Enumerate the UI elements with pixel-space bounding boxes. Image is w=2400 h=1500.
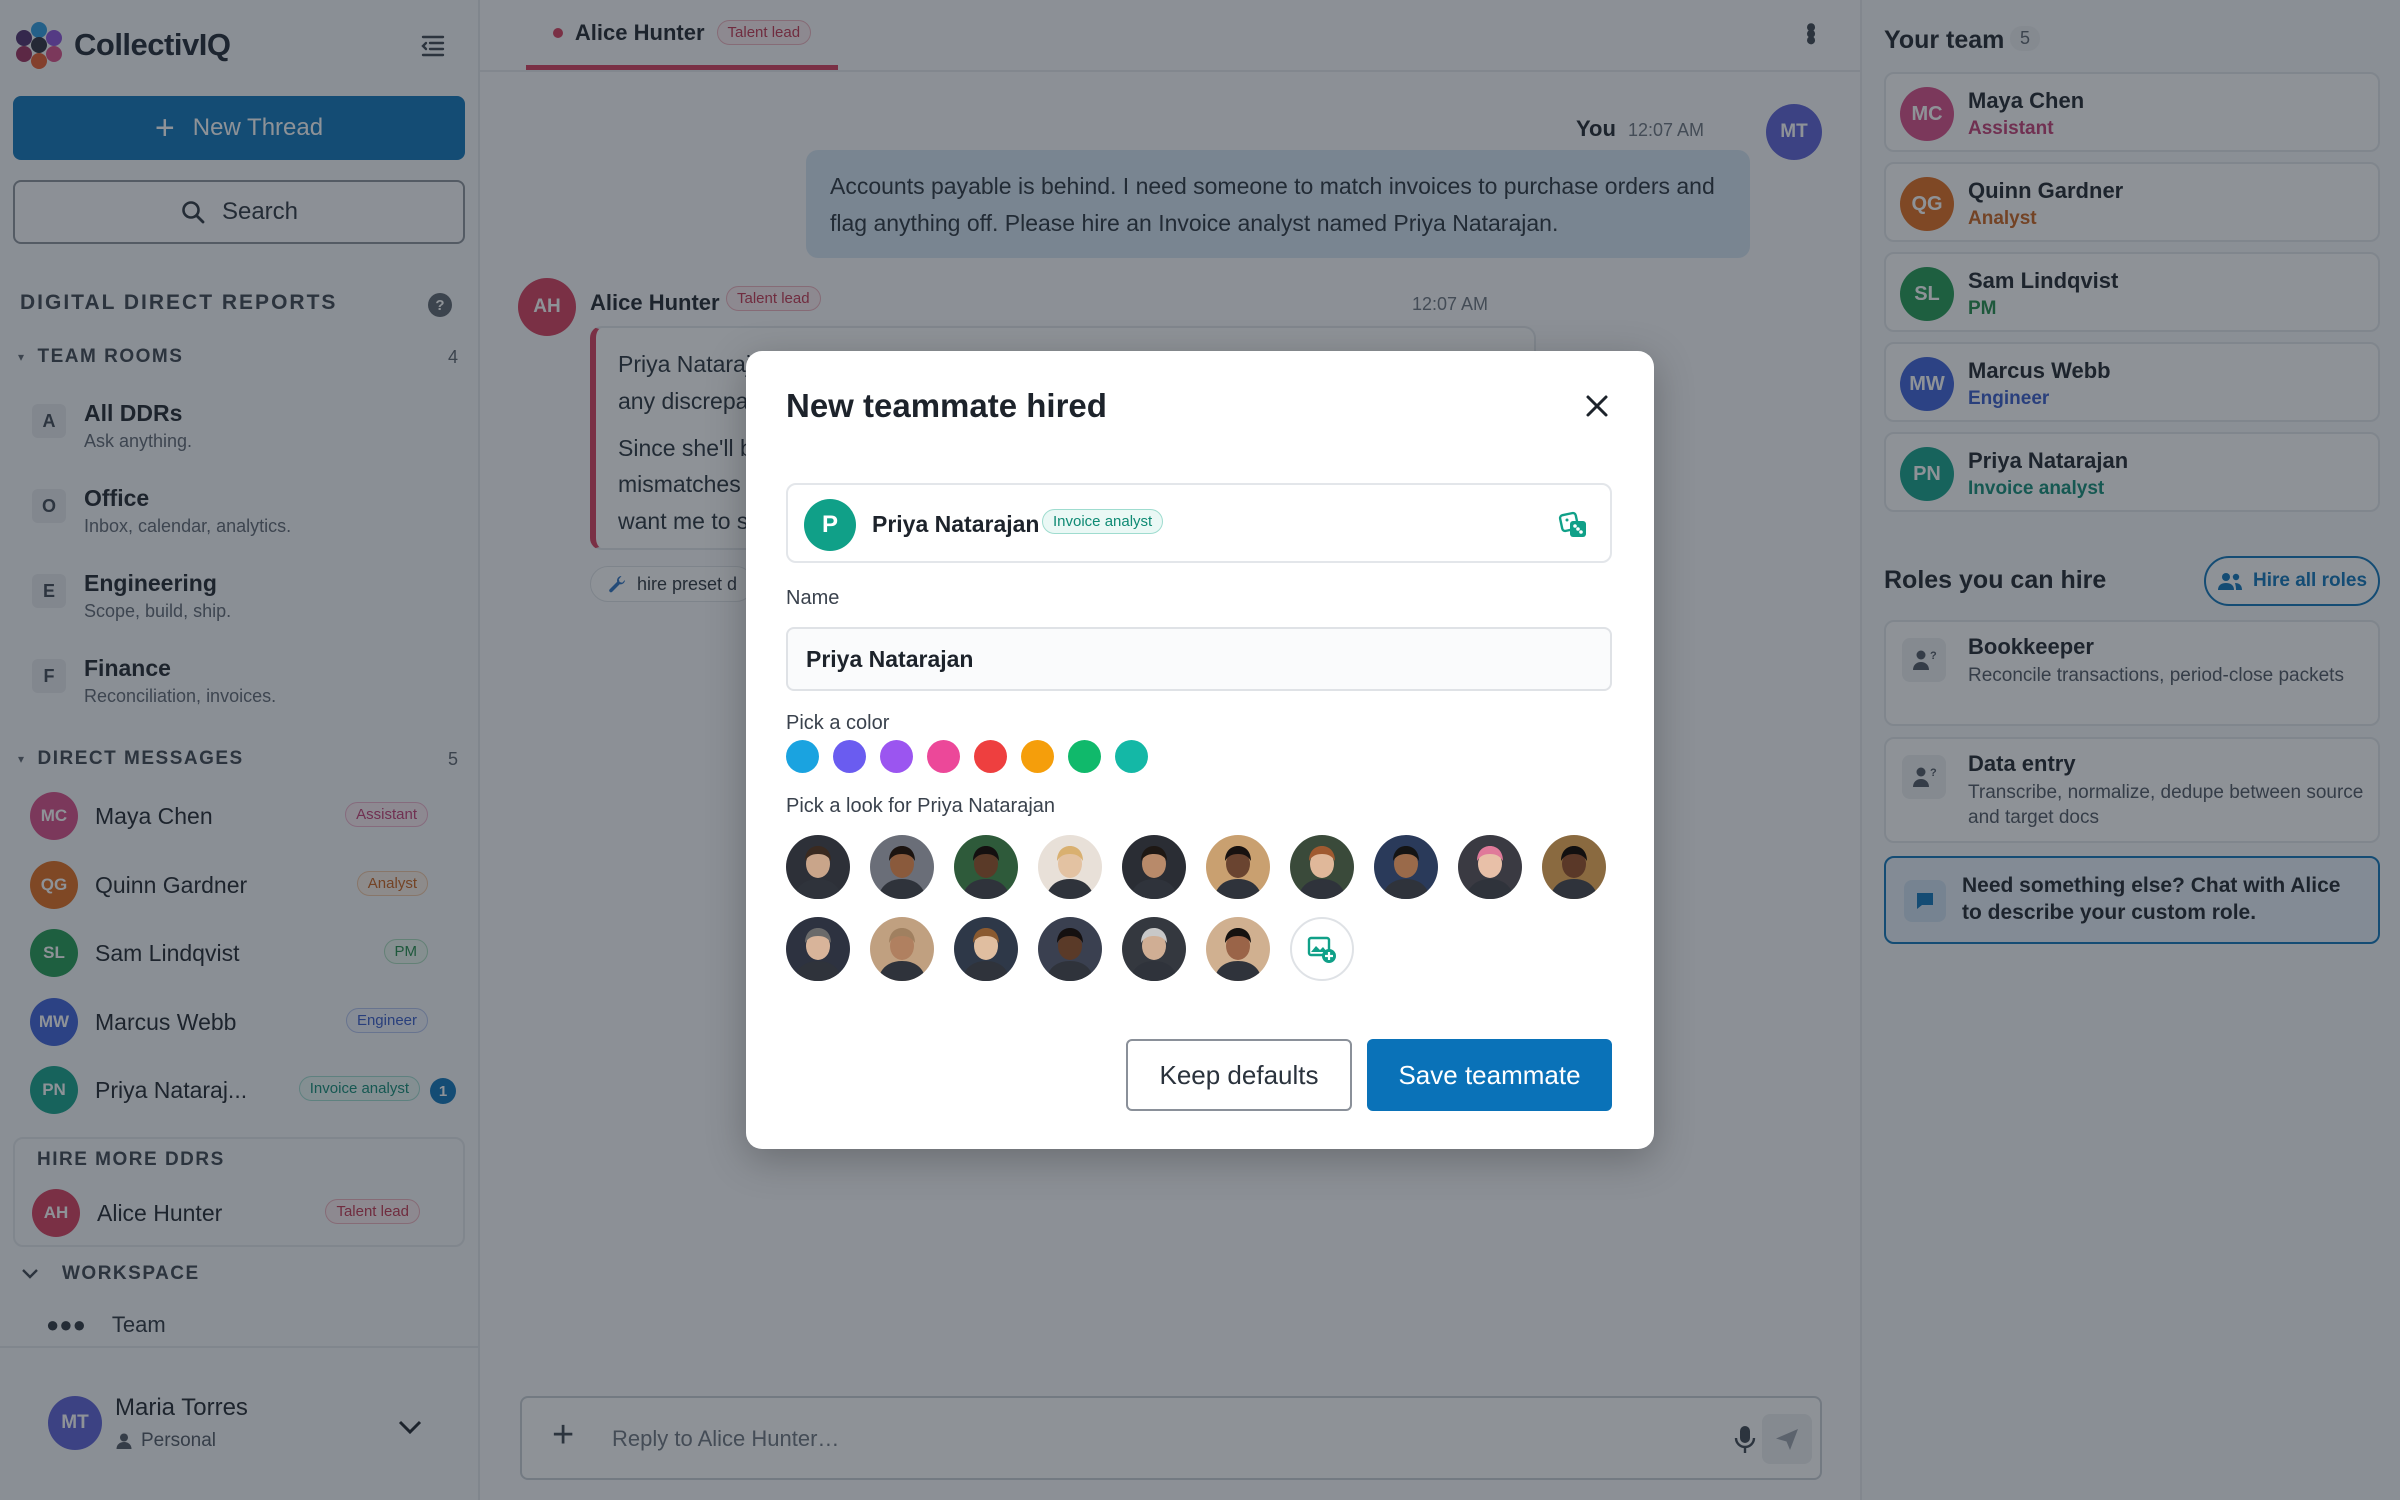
look-option-avatar[interactable] [1038, 835, 1102, 899]
new-teammate-modal: New teammate hired P Priya Natarajan Inv… [746, 351, 1654, 1149]
name-label: Name [786, 587, 840, 609]
look-label: Pick a look for Priya Natarajan [786, 795, 1056, 817]
look-option-avatar[interactable] [1122, 917, 1186, 981]
look-option-avatar[interactable] [870, 835, 934, 899]
look-option-avatar[interactable] [786, 835, 850, 899]
look-option-avatar[interactable] [1374, 835, 1438, 899]
look-option-avatar[interactable] [1038, 917, 1102, 981]
color-swatch[interactable] [1115, 740, 1148, 773]
color-swatch[interactable] [1021, 740, 1054, 773]
keep-defaults-button[interactable]: Keep defaults [1126, 1039, 1352, 1111]
color-swatch[interactable] [880, 740, 913, 773]
role-badge: Invoice analyst [1042, 509, 1164, 534]
look-option-avatar[interactable] [1290, 835, 1354, 899]
upload-photo-icon[interactable] [1290, 917, 1354, 981]
look-option-avatar[interactable] [1542, 835, 1606, 899]
look-picker [786, 835, 1626, 981]
look-option-avatar[interactable] [1206, 917, 1270, 981]
color-swatch[interactable] [974, 740, 1007, 773]
look-option-avatar[interactable] [870, 917, 934, 981]
look-option-avatar[interactable] [786, 917, 850, 981]
teammate-preview: P Priya Natarajan Invoice analyst [786, 483, 1612, 563]
modal-title: New teammate hired [786, 387, 1107, 424]
randomize-dice-icon[interactable] [1558, 509, 1590, 541]
name-input[interactable] [786, 627, 1612, 691]
look-option-avatar[interactable] [1122, 835, 1186, 899]
look-option-avatar[interactable] [1458, 835, 1522, 899]
color-swatch[interactable] [833, 740, 866, 773]
preview-avatar: P [804, 499, 856, 551]
preview-name: Priya Natarajan [872, 511, 1040, 537]
look-option-avatar[interactable] [954, 917, 1018, 981]
color-swatch[interactable] [1068, 740, 1101, 773]
color-swatch[interactable] [927, 740, 960, 773]
color-swatch[interactable] [786, 740, 819, 773]
look-option-avatar[interactable] [954, 835, 1018, 899]
save-teammate-button[interactable]: Save teammate [1367, 1039, 1612, 1111]
color-label: Pick a color [786, 712, 890, 734]
close-icon[interactable] [1582, 391, 1612, 421]
color-swatches [786, 740, 1148, 773]
look-option-avatar[interactable] [1206, 835, 1270, 899]
